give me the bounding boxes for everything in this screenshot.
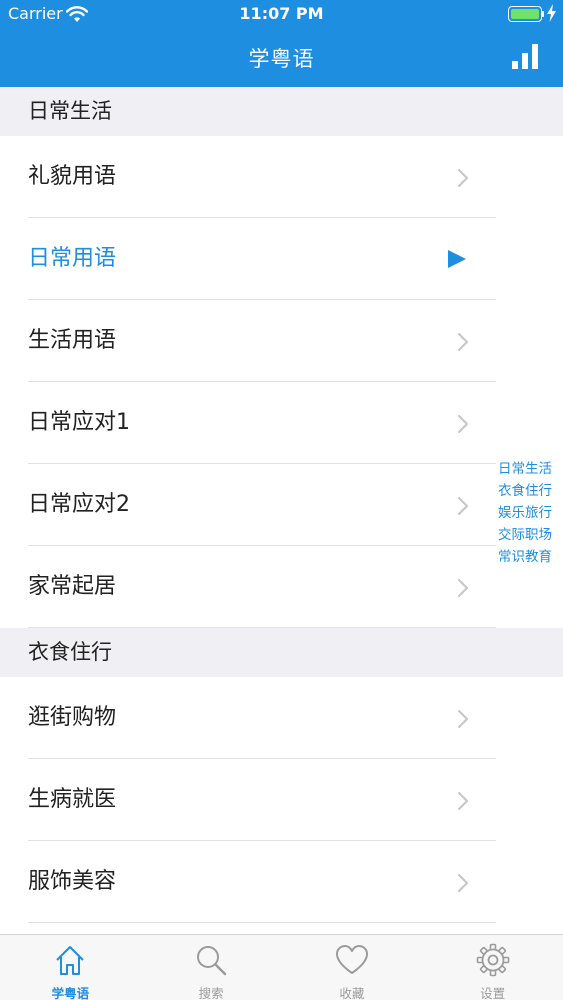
lesson-row[interactable]: 日常用语 <box>0 218 563 300</box>
signal-bars-icon[interactable] <box>510 42 540 70</box>
index-item[interactable]: 常识教育 <box>498 546 562 568</box>
status-bar: Carrier 11:07 PM <box>0 0 563 30</box>
lesson-label: 生病就医 <box>28 787 117 812</box>
app-screen: Carrier 11:07 PM 学粤语 日常生活 礼貌用语 日常用语 生活用语 日常应… <box>0 0 563 1000</box>
tab-label: 设置 <box>480 986 506 1000</box>
lesson-row[interactable]: 生病就医 <box>0 759 563 841</box>
lesson-label: 礼貌用语 <box>28 164 117 189</box>
chevron-right-icon <box>457 791 469 811</box>
chevron-right-icon <box>457 709 469 729</box>
tab-home[interactable]: 学粤语 <box>0 935 141 1000</box>
lesson-row[interactable]: 服饰美容 <box>0 841 563 923</box>
lesson-row[interactable]: 礼貌用语 <box>0 136 563 218</box>
lesson-label: 生活用语 <box>28 328 117 353</box>
tab-bar: 学粤语 搜索 收藏 设置 <box>0 934 563 1000</box>
lesson-label: 日常应对1 <box>28 410 130 435</box>
nav-title: 学粤语 <box>248 47 315 71</box>
lesson-row[interactable]: 日常应对1 <box>0 382 563 464</box>
tab-gear[interactable]: 设置 <box>422 935 563 1000</box>
lesson-label: 逛街购物 <box>28 705 117 730</box>
index-item[interactable]: 日常生活 <box>498 458 562 480</box>
tab-heart[interactable]: 收藏 <box>282 935 423 1000</box>
chevron-right-icon <box>457 414 469 434</box>
chevron-right-icon <box>457 496 469 516</box>
section-index[interactable]: 日常生活 衣食住行 娱乐旅行 交际职场 常识教育 <box>498 458 562 568</box>
section-header: 衣食住行 <box>0 628 563 677</box>
status-time: 11:07 PM <box>239 4 324 23</box>
tab-search[interactable]: 搜索 <box>141 935 282 1000</box>
lesson-list[interactable]: 日常生活 礼貌用语 日常用语 生活用语 日常应对1 日常应对2 家常起居 衣食住行 逛街购物 生病… <box>0 87 563 934</box>
lesson-row[interactable]: 逛街购物 <box>0 677 563 759</box>
gear-icon <box>476 943 509 977</box>
row-divider <box>28 627 496 628</box>
battery-icon <box>508 6 542 22</box>
chevron-right-icon <box>457 578 469 598</box>
lesson-row[interactable]: 日常应对2 <box>0 464 563 546</box>
heart-icon <box>335 945 368 974</box>
chevron-right-icon <box>457 873 469 893</box>
lesson-label: 服饰美容 <box>28 869 117 894</box>
tab-label: 收藏 <box>339 986 365 1000</box>
battery-tip <box>542 11 544 17</box>
lesson-label: 日常应对2 <box>28 492 130 517</box>
index-item[interactable]: 衣食住行 <box>498 480 562 502</box>
top-bar: Carrier 11:07 PM 学粤语 <box>0 0 563 87</box>
charging-bolt-icon <box>547 4 556 22</box>
search-icon <box>197 946 227 976</box>
tab-label: 搜索 <box>198 986 224 1000</box>
index-item[interactable]: 交际职场 <box>498 524 562 546</box>
chevron-right-icon <box>457 332 469 352</box>
chevron-right-icon <box>457 168 469 188</box>
home-icon <box>56 946 85 975</box>
row-divider <box>28 922 496 923</box>
lesson-label: 日常用语 <box>28 246 117 271</box>
lesson-row[interactable]: 生活用语 <box>0 300 563 382</box>
index-item[interactable]: 娱乐旅行 <box>498 502 562 524</box>
play-icon <box>448 250 466 268</box>
lesson-row[interactable]: 家常起居 <box>0 546 563 628</box>
section-header: 日常生活 <box>0 87 563 136</box>
lesson-label: 家常起居 <box>28 574 117 599</box>
battery-level <box>511 9 539 19</box>
tab-label: 学粤语 <box>51 986 90 1000</box>
